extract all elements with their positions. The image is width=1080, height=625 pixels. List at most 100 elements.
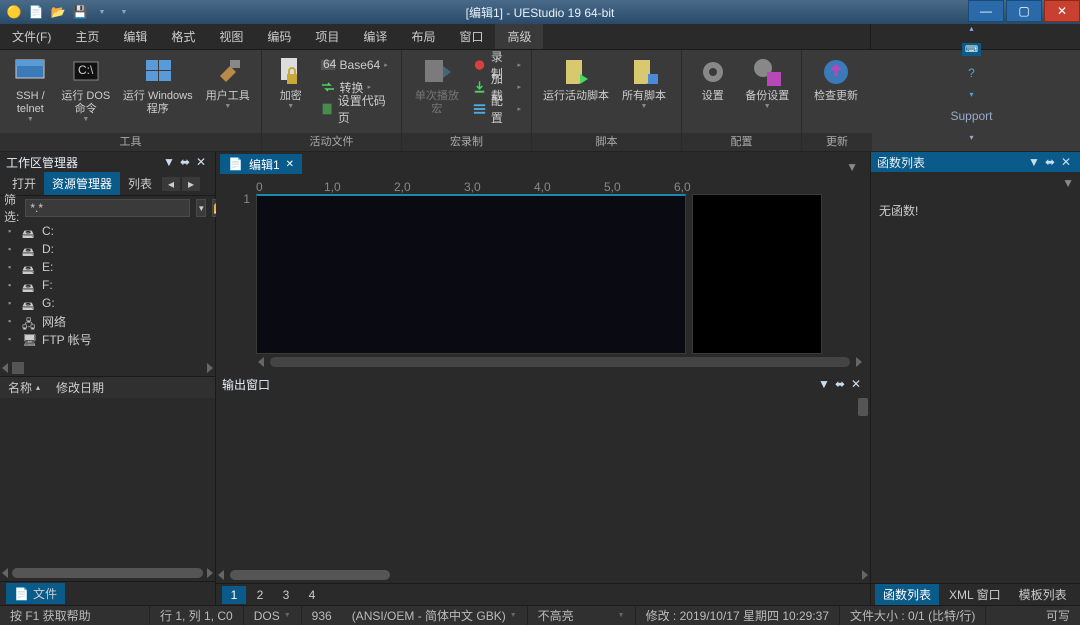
pin-icon[interactable]: ⬌ xyxy=(832,377,848,391)
tab-close-icon[interactable]: ✕ xyxy=(286,159,294,170)
editor-tab-1[interactable]: 📄 编辑1 ✕ xyxy=(220,154,302,174)
menu-format[interactable]: 格式 xyxy=(159,24,207,49)
editor-wrap: 1 0 1,0 2,0 3,0 4,0 5,0 6,0 xyxy=(216,174,870,374)
sidebar-hscroll2[interactable] xyxy=(0,565,215,581)
save-icon[interactable]: 💾 xyxy=(72,4,88,20)
tree-node-c[interactable]: ▪🖴C: xyxy=(4,222,211,240)
filter-input[interactable] xyxy=(25,199,190,217)
file-icon: 📄 xyxy=(228,157,243,171)
statusbar: 按 F1 获取帮助 行 1, 列 1, C0 DOS▼ 936 (ANSI/OE… xyxy=(0,605,1080,625)
svg-text:64: 64 xyxy=(323,57,336,71)
menu-encode[interactable]: 编码 xyxy=(255,24,303,49)
all-scripts-button[interactable]: 所有脚本 ▼ xyxy=(616,54,672,110)
tree-node-ftp[interactable]: ▪🖥FTP 帐号 xyxy=(4,330,211,348)
panel-menu-icon[interactable]: ▼ xyxy=(1026,155,1042,169)
menu-view[interactable]: 视图 xyxy=(207,24,255,49)
drive-tree: ▪🖴C: ▪🖴D: ▪🖴E: ▪🖴F: ▪🖴G: ▪🖧网络 ▪🖥FTP 帐号 xyxy=(0,220,215,360)
col-date[interactable]: 修改日期 xyxy=(48,379,112,396)
new-icon[interactable]: 📄 xyxy=(28,4,44,20)
output-tab-3[interactable]: 3 xyxy=(274,586,298,604)
panel-close-icon[interactable]: ✕ xyxy=(1058,155,1074,169)
tree-node-d[interactable]: ▪🖴D: xyxy=(4,240,211,258)
tree-node-g[interactable]: ▪🖴G: xyxy=(4,294,211,312)
menu-window[interactable]: 窗口 xyxy=(447,24,495,49)
menu-home[interactable]: 主页 xyxy=(63,24,111,49)
menu-layout[interactable]: 布局 xyxy=(399,24,447,49)
menu-edit[interactable]: 编辑 xyxy=(111,24,159,49)
panel-menu-icon[interactable]: ▼ xyxy=(816,377,832,391)
tab-next-icon[interactable]: ▸ xyxy=(182,177,200,191)
panel-close-icon[interactable]: ✕ xyxy=(848,377,864,391)
sidebar-tab-list[interactable]: 列表 xyxy=(120,172,160,195)
output-tab-4[interactable]: 4 xyxy=(300,586,324,604)
col-name[interactable]: 名称▴ xyxy=(0,379,48,396)
page-icon xyxy=(320,101,334,117)
scroll-play-icon xyxy=(560,56,592,88)
savedd-icon[interactable]: ▼ xyxy=(94,4,110,20)
arrows-icon xyxy=(320,79,336,95)
status-modified: 修改 : 2019/10/17 星期四 10:29:37 xyxy=(636,606,840,625)
titlebar: 🟡 📄 📂 💾 ▼ ▼ [编辑1] - UEStudio 19 64-bit —… xyxy=(0,0,1080,24)
open-icon[interactable]: 📂 xyxy=(50,4,66,20)
panel-close-icon[interactable]: ✕ xyxy=(193,155,209,169)
layout-icon[interactable]: ▼ xyxy=(116,4,132,20)
sidebar-file-button[interactable]: 📄文件 xyxy=(6,583,65,604)
status-help: 按 F1 获取帮助 xyxy=(0,606,150,625)
play-macro-button[interactable]: 单次播放宏 xyxy=(408,54,466,116)
drive-icon: 🖴 xyxy=(22,279,38,291)
backup-settings-button[interactable]: 备份设置 ▼ xyxy=(740,54,795,110)
ribbon-group-config: 配置 xyxy=(682,133,801,151)
sidebar-hscroll[interactable] xyxy=(0,360,215,376)
run-windows-button[interactable]: 运行 Windows 程序 xyxy=(117,54,199,116)
run-dos-button[interactable]: C:\ 运行 DOS 命令 ▼ xyxy=(57,54,115,123)
close-button[interactable]: ✕ xyxy=(1044,0,1080,22)
tree-node-e[interactable]: ▪🖴E: xyxy=(4,258,211,276)
tree-node-net[interactable]: ▪🖧网络 xyxy=(4,312,211,330)
tab-prev-icon[interactable]: ◂ xyxy=(162,177,180,191)
encrypt-button[interactable]: 加密 ▼ xyxy=(268,54,314,110)
minimap[interactable] xyxy=(692,194,822,354)
check-update-button[interactable]: 检查更新 xyxy=(808,54,864,103)
menu-file[interactable]: 文件(F) xyxy=(0,24,63,49)
right-tab-xml[interactable]: XML 窗口 xyxy=(941,584,1009,605)
output-hscroll[interactable] xyxy=(216,567,870,583)
editor-hscroll[interactable] xyxy=(256,354,864,370)
status-encoding[interactable]: (ANSI/OEM - 简体中文 GBK)▼ xyxy=(342,606,528,625)
status-highlight[interactable]: 不高亮▼ xyxy=(528,606,636,625)
tabs-dropdown-icon[interactable]: ▼ xyxy=(838,160,866,174)
output-tab-1[interactable]: 1 xyxy=(222,586,246,604)
menu-compile[interactable]: 编译 xyxy=(351,24,399,49)
filter-dropdown-button[interactable]: ▼ xyxy=(196,199,206,217)
status-mode[interactable]: 可写 xyxy=(1036,606,1080,625)
caret-up-icon[interactable]: ▴ xyxy=(969,24,973,33)
right-tab-template[interactable]: 模板列表 xyxy=(1011,584,1075,605)
output-tab-2[interactable]: 2 xyxy=(248,586,272,604)
ssh-telnet-button[interactable]: SSH / telnet ▼ xyxy=(6,54,55,123)
base64-button[interactable]: 64Base64▸ xyxy=(316,54,395,76)
center-area: 📄 编辑1 ✕ ▼ 1 0 1,0 2,0 3,0 4,0 5,0 6,0 xyxy=(216,152,870,605)
func-dropdown-icon[interactable]: ▼ xyxy=(1062,176,1074,190)
user-tools-button[interactable]: 用户工具 ▼ xyxy=(201,54,255,110)
pin-icon[interactable]: ⬌ xyxy=(177,155,193,169)
pin-icon[interactable]: ⬌ xyxy=(1042,155,1058,169)
panel-menu-icon[interactable]: ▼ xyxy=(161,155,177,169)
settings-button[interactable]: 设置 xyxy=(688,54,738,103)
output-vscroll[interactable] xyxy=(858,398,868,563)
maximize-button[interactable]: ▢ xyxy=(1006,0,1042,22)
menu-advanced[interactable]: 高级 xyxy=(495,24,543,49)
minimize-button[interactable]: — xyxy=(968,0,1004,22)
right-tab-funclist[interactable]: 函数列表 xyxy=(875,584,939,605)
run-active-script-button[interactable]: 运行活动脚本 xyxy=(538,54,614,103)
output-body[interactable] xyxy=(216,394,870,567)
b64-icon: 64 xyxy=(320,57,336,73)
editor-document[interactable] xyxy=(256,194,686,354)
codepage-button[interactable]: 设置代码页 xyxy=(316,98,395,120)
tree-node-f[interactable]: ▪🖴F: xyxy=(4,276,211,294)
menu-project[interactable]: 项目 xyxy=(303,24,351,49)
record-icon xyxy=(472,57,487,73)
config-macro-button[interactable]: 配置▸ xyxy=(468,98,525,120)
sidebar-tab-explorer[interactable]: 资源管理器 xyxy=(44,172,120,195)
status-eol[interactable]: DOS▼ xyxy=(244,606,302,625)
gear-icon xyxy=(697,56,729,88)
play-icon xyxy=(421,56,453,88)
